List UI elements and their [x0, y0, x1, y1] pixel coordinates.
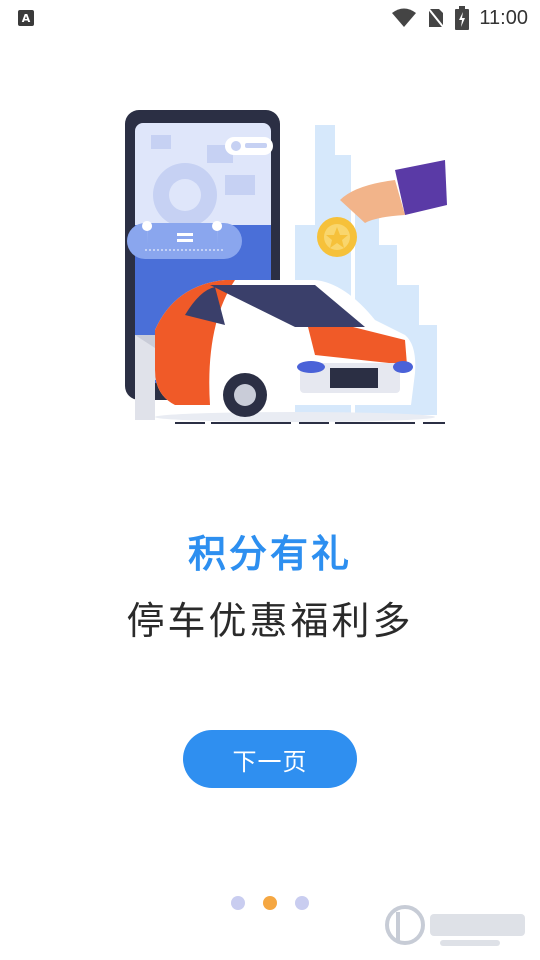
- no-sim-icon: [427, 7, 446, 29]
- status-icons: 11:00: [391, 6, 528, 30]
- page-dot-2-active: [263, 896, 277, 910]
- watermark-logo: [385, 905, 525, 946]
- page-dot-1: [231, 896, 245, 910]
- next-page-button[interactable]: 下一页: [183, 730, 357, 788]
- page-subtitle: 停车优惠福利多: [126, 599, 414, 643]
- status-bar: A 11:00: [0, 0, 540, 36]
- page-title: 积分有礼: [187, 532, 352, 576]
- app-notification-icon: A: [18, 10, 34, 26]
- page-dot-3: [295, 896, 309, 910]
- battery-charging-icon: [455, 6, 470, 30]
- status-time: 11:00: [479, 6, 528, 29]
- wifi-icon: [392, 8, 417, 27]
- parking-illustration: [125, 110, 447, 424]
